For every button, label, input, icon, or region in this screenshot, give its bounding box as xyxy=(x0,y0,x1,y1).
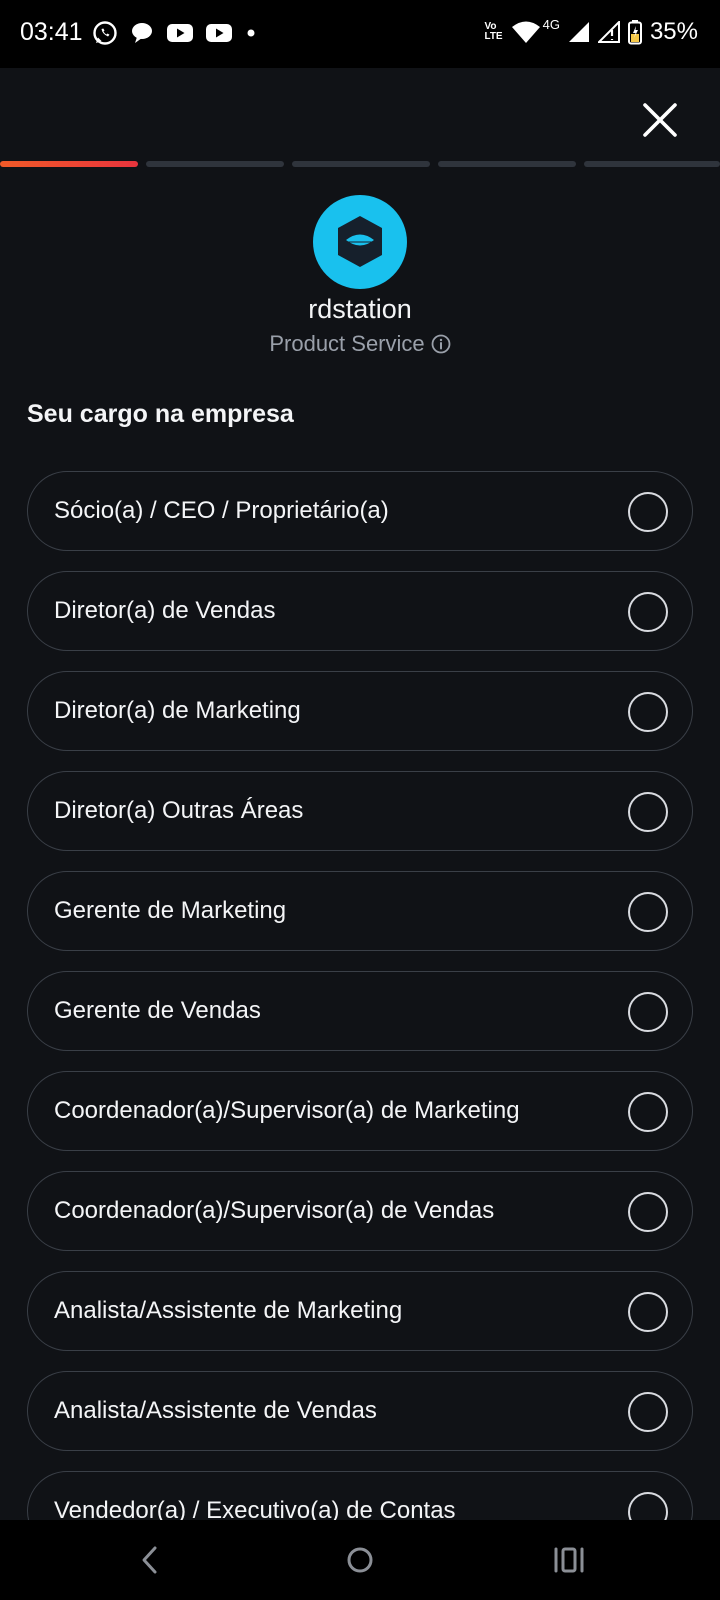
radio-button[interactable] xyxy=(628,1492,668,1521)
role-options-list[interactable]: Sócio(a) / CEO / Proprietário(a) Diretor… xyxy=(27,471,693,1521)
role-option[interactable]: Diretor(a) de Vendas xyxy=(27,571,693,651)
navigation-bar xyxy=(0,1520,720,1600)
progress-segment xyxy=(438,161,576,167)
role-option[interactable]: Gerente de Vendas xyxy=(27,971,693,1051)
signal-icon xyxy=(597,21,620,43)
dot-icon xyxy=(247,29,255,37)
section-title: Seu cargo na empresa xyxy=(27,400,294,428)
whatsapp-icon xyxy=(93,21,117,45)
back-icon xyxy=(142,1546,157,1574)
home-icon xyxy=(347,1547,373,1573)
step-progress xyxy=(0,161,720,167)
role-option[interactable]: Vendedor(a) / Executivo(a) de Contas xyxy=(27,1471,693,1521)
role-option-label: Diretor(a) de Vendas xyxy=(54,597,276,624)
role-option[interactable]: Diretor(a) Outras Áreas xyxy=(27,771,693,851)
role-option-label: Analista/Assistente de Marketing xyxy=(54,1297,403,1324)
role-option[interactable]: Diretor(a) de Marketing xyxy=(27,671,693,751)
network-type: 4G xyxy=(542,16,560,32)
role-option-label: Diretor(a) Outras Áreas xyxy=(54,797,304,824)
role-option-label: Diretor(a) de Marketing xyxy=(54,697,301,724)
battery-icon xyxy=(627,20,642,45)
home-button[interactable] xyxy=(340,1540,380,1580)
brand-name: rdstation xyxy=(308,294,412,324)
radio-button[interactable] xyxy=(628,1392,668,1432)
status-time: 03:41 xyxy=(20,18,83,46)
radio-button[interactable] xyxy=(628,892,668,932)
brand-subtitle-text: Product Service xyxy=(269,331,425,356)
info-icon[interactable] xyxy=(431,334,451,354)
progress-segment xyxy=(0,161,138,167)
role-option[interactable]: Gerente de Marketing xyxy=(27,871,693,951)
radio-button[interactable] xyxy=(628,1192,668,1232)
radio-button[interactable] xyxy=(628,792,668,832)
progress-segment xyxy=(146,161,284,167)
close-icon xyxy=(643,103,677,137)
radio-button[interactable] xyxy=(628,1292,668,1332)
rdstation-logo xyxy=(313,195,407,289)
role-option-label: Coordenador(a)/Supervisor(a) de Vendas xyxy=(54,1197,495,1224)
radio-button[interactable] xyxy=(628,592,668,632)
role-option-label: Coordenador(a)/Supervisor(a) de Marketin… xyxy=(54,1097,520,1124)
role-option-label: Gerente de Marketing xyxy=(54,897,287,924)
status-indicators: Vo LTE 4G 35% xyxy=(484,16,698,46)
back-button[interactable] xyxy=(131,1540,171,1580)
role-option[interactable]: Coordenador(a)/Supervisor(a) de Vendas xyxy=(27,1171,693,1251)
chat-icon xyxy=(132,23,152,43)
youtube-icon xyxy=(167,24,193,42)
role-option[interactable]: Analista/Assistente de Marketing xyxy=(27,1271,693,1351)
brand-subtitle: Product Service xyxy=(0,331,720,357)
wifi-icon xyxy=(511,21,540,43)
role-option-label: Vendedor(a) / Executivo(a) de Contas xyxy=(54,1497,456,1521)
progress-segment xyxy=(584,161,720,167)
radio-button[interactable] xyxy=(628,692,668,732)
role-option[interactable]: Sócio(a) / CEO / Proprietário(a) xyxy=(27,471,693,551)
recents-button[interactable] xyxy=(549,1540,589,1580)
role-option[interactable]: Analista/Assistente de Vendas xyxy=(27,1371,693,1451)
close-button[interactable] xyxy=(636,96,684,144)
role-option[interactable]: Coordenador(a)/Supervisor(a) de Marketin… xyxy=(27,1071,693,1151)
status-bar: 03:41 Vo LTE 4G 35% xyxy=(0,0,720,68)
recents-icon xyxy=(554,1547,584,1573)
role-option-label: Sócio(a) / CEO / Proprietário(a) xyxy=(54,497,389,524)
notification-icons xyxy=(92,20,258,46)
volte-icon: Vo LTE xyxy=(484,21,503,42)
progress-segment xyxy=(292,161,430,167)
youtube-icon xyxy=(206,24,232,42)
radio-button[interactable] xyxy=(628,992,668,1032)
role-option-label: Analista/Assistente de Vendas xyxy=(54,1397,377,1424)
battery-percent: 35% xyxy=(649,18,698,45)
radio-button[interactable] xyxy=(628,1092,668,1132)
radio-button[interactable] xyxy=(628,492,668,532)
signal-icon xyxy=(568,22,589,42)
role-option-label: Gerente de Vendas xyxy=(54,997,261,1024)
logo-icon xyxy=(338,216,382,267)
